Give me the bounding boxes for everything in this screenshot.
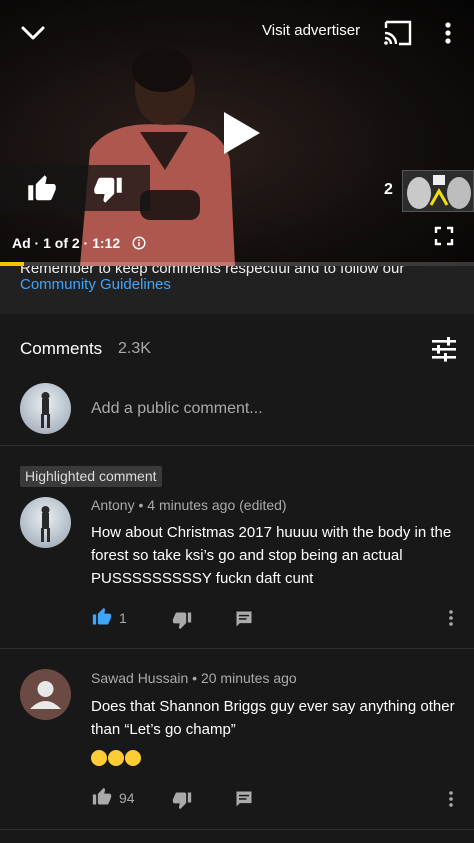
divider: [0, 648, 474, 649]
thumbs-up-icon[interactable]: [26, 174, 58, 204]
comment-time: 4 minutes ago (edited): [147, 497, 287, 513]
like-count: 94: [119, 790, 135, 806]
next-ad-thumbnail[interactable]: [402, 170, 474, 212]
comments-count: 2.3K: [118, 340, 151, 357]
comment-meta: Antony • 4 minutes ago (edited): [91, 497, 287, 513]
chevron-down-icon[interactable]: [18, 18, 48, 48]
highlighted-comment-badge: Highlighted comment: [20, 466, 162, 487]
cast-icon[interactable]: [382, 20, 414, 46]
user-avatar: [20, 383, 71, 434]
more-vert-icon[interactable]: [446, 608, 456, 628]
thumbs-down-icon[interactable]: [171, 790, 193, 810]
info-icon[interactable]: [132, 236, 146, 250]
comment-text: Does that Shannon Briggs guy ever say an…: [91, 698, 455, 738]
ad-rating-bar: [0, 165, 150, 211]
divider: [0, 829, 474, 830]
flushed-emoji-icon: [125, 750, 141, 767]
like-count: 1: [119, 610, 127, 626]
ad-thumbnail-image: [403, 171, 473, 211]
comment-author[interactable]: Sawad Hussain: [91, 670, 188, 686]
comment-avatar[interactable]: [20, 669, 71, 720]
thumbs-down-icon[interactable]: [92, 174, 124, 204]
community-guidelines-link[interactable]: Community Guidelines: [20, 276, 171, 293]
play-icon[interactable]: [218, 108, 264, 158]
divider: [0, 445, 474, 446]
skip-countdown: 2: [384, 181, 393, 198]
ad-info-label: Ad · 1 of 2 · 1:12: [12, 235, 121, 251]
comment-text: How about Christmas 2017 huuuu with the …: [91, 524, 452, 587]
thumbs-up-icon[interactable]: [91, 787, 113, 807]
add-comment-input[interactable]: Add a public comment...: [91, 400, 263, 418]
video-player[interactable]: Visit advertiser 2 Ad · 1 of 2 · 1:12: [0, 0, 474, 266]
comments-title: Comments: [20, 339, 103, 358]
sort-icon[interactable]: [430, 336, 458, 362]
comment-time: 20 minutes ago: [200, 670, 297, 686]
more-vert-icon[interactable]: [438, 18, 458, 48]
thumbs-up-icon[interactable]: [91, 607, 113, 627]
thumbs-down-icon[interactable]: [171, 610, 193, 630]
more-vert-icon[interactable]: [446, 789, 456, 809]
flushed-emoji-icon: [108, 750, 124, 767]
guidelines-banner: Remember to keep comments respectful and…: [0, 266, 474, 314]
comment-meta: Sawad Hussain • 20 minutes ago: [91, 670, 297, 686]
comment-emoji: [91, 746, 463, 769]
flushed-emoji-icon: [91, 750, 107, 767]
reply-icon[interactable]: [233, 789, 255, 809]
fullscreen-icon[interactable]: [434, 226, 454, 246]
comment-avatar[interactable]: [20, 497, 71, 548]
visit-advertiser-link[interactable]: Visit advertiser: [262, 22, 360, 39]
comment-author[interactable]: Antony: [91, 497, 135, 513]
reply-icon[interactable]: [233, 609, 255, 629]
